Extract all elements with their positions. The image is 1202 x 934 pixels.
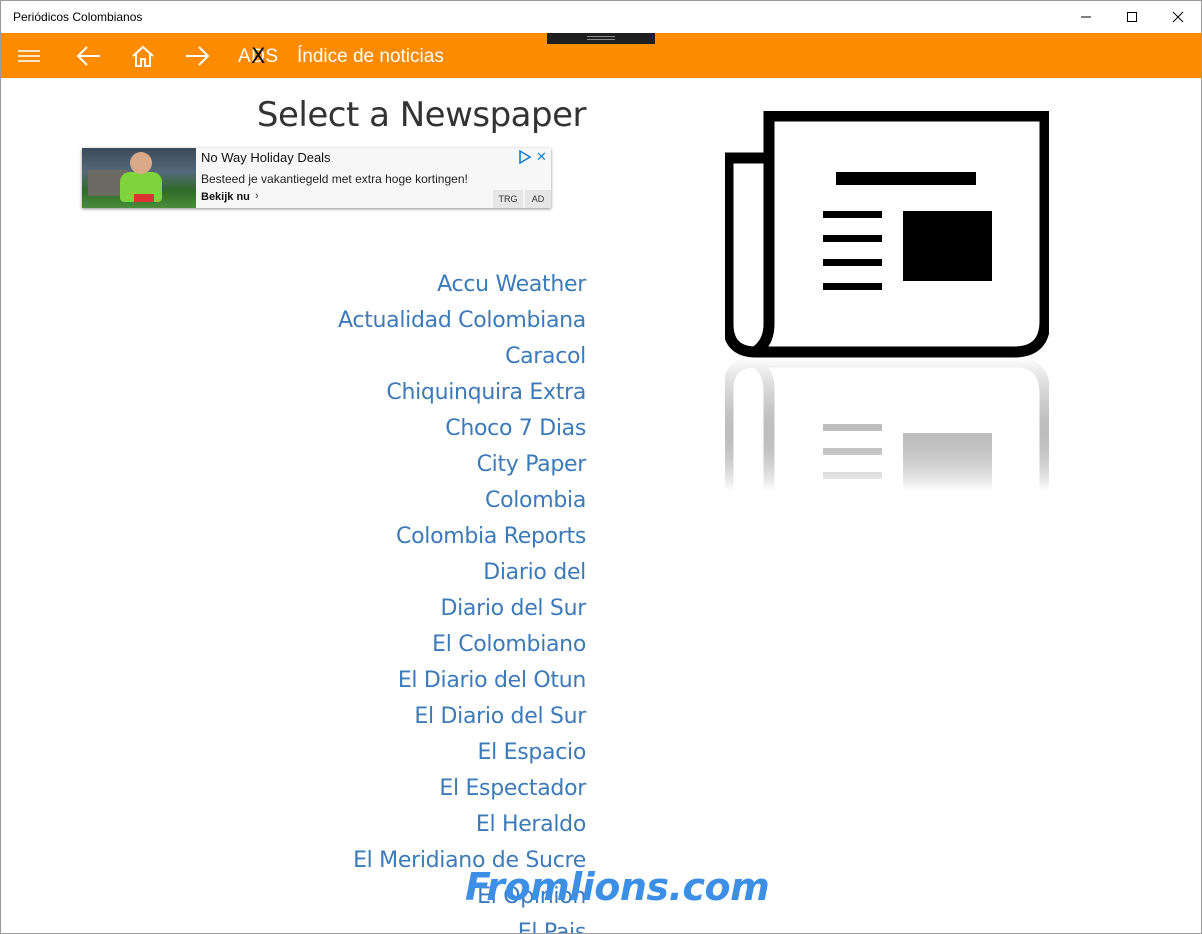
newspaper-link[interactable]: Colombia [338,483,586,519]
newspaper-link[interactable]: Diario del [338,555,586,591]
home-icon [132,45,154,67]
newspaper-link[interactable]: El Heraldo [338,807,586,843]
hamburger-menu-button[interactable] [13,33,45,78]
app-window: Periódicos Colombianos ADS X Índice de n… [0,0,1202,934]
newspaper-link[interactable]: Diario del Sur [338,591,586,627]
ad-tag-ad: AD [525,190,551,208]
newspaper-icon-main [725,111,1049,358]
close-button[interactable] [1155,1,1201,33]
newspaper-icon-reflection [725,356,1049,491]
newspaper-link[interactable]: Caracol [338,339,586,375]
ads-close-mark[interactable]: X [251,44,265,68]
newspaper-icon [725,111,1049,491]
back-button[interactable] [71,33,107,78]
ad-banner[interactable]: No Way Holiday Deals Besteed je vakantie… [82,148,551,208]
drag-handle[interactable] [547,33,655,44]
forward-button[interactable] [179,33,215,78]
newspaper-link[interactable]: Actualidad Colombiana [338,303,586,339]
newspaper-link[interactable]: Choco 7 Dias [338,411,586,447]
home-button[interactable] [125,33,161,78]
newspaper-list: Accu Weather Actualidad Colombiana Carac… [338,267,587,933]
command-bar: ADS X Índice de noticias [1,33,1201,78]
newspaper-link[interactable]: El Pais [338,915,587,933]
newspaper-link[interactable]: City Paper [338,447,587,483]
newspaper-link[interactable]: Accu Weather [338,267,586,303]
arrow-right-icon [186,45,210,66]
newspaper-link[interactable]: El Diario del Otun [338,663,586,699]
newspaper-link[interactable]: El Diario del Sur [338,699,586,735]
ad-title[interactable]: No Way Holiday Deals [201,150,331,165]
minimize-icon [1081,16,1091,18]
ad-cta-link[interactable]: Bekijk nu [201,191,250,203]
ad-image[interactable] [82,148,196,208]
newspaper-link[interactable]: Colombia Reports [338,519,586,555]
close-icon [1172,11,1184,23]
arrow-left-icon [76,45,100,66]
minimize-button[interactable] [1063,1,1109,33]
page-title: Índice de noticias [297,46,444,67]
hamburger-menu-icon [18,49,40,62]
chevron-right-icon: › [255,190,259,202]
title-bar: Periódicos Colombianos [1,1,1201,33]
ad-description[interactable]: Besteed je vakantiegeld met extra hoge k… [201,172,468,186]
newspaper-link[interactable]: El Colombiano [338,627,586,663]
select-newspaper-heading: Select a Newspaper [256,95,587,135]
ad-close-icon[interactable]: ✕ [536,149,547,165]
ad-tag-trg: TRG [493,190,523,208]
maximize-button[interactable] [1109,1,1155,33]
watermark: Fromlions.com [465,865,770,909]
adchoices-icon[interactable] [518,150,532,164]
newspaper-link[interactable]: El Espacio [338,735,587,771]
window-title: Periódicos Colombianos [13,10,143,24]
newspaper-link[interactable]: El Espectador [338,771,586,807]
maximize-icon [1127,12,1137,22]
newspaper-link[interactable]: Chiquinquira Extra [338,375,586,411]
